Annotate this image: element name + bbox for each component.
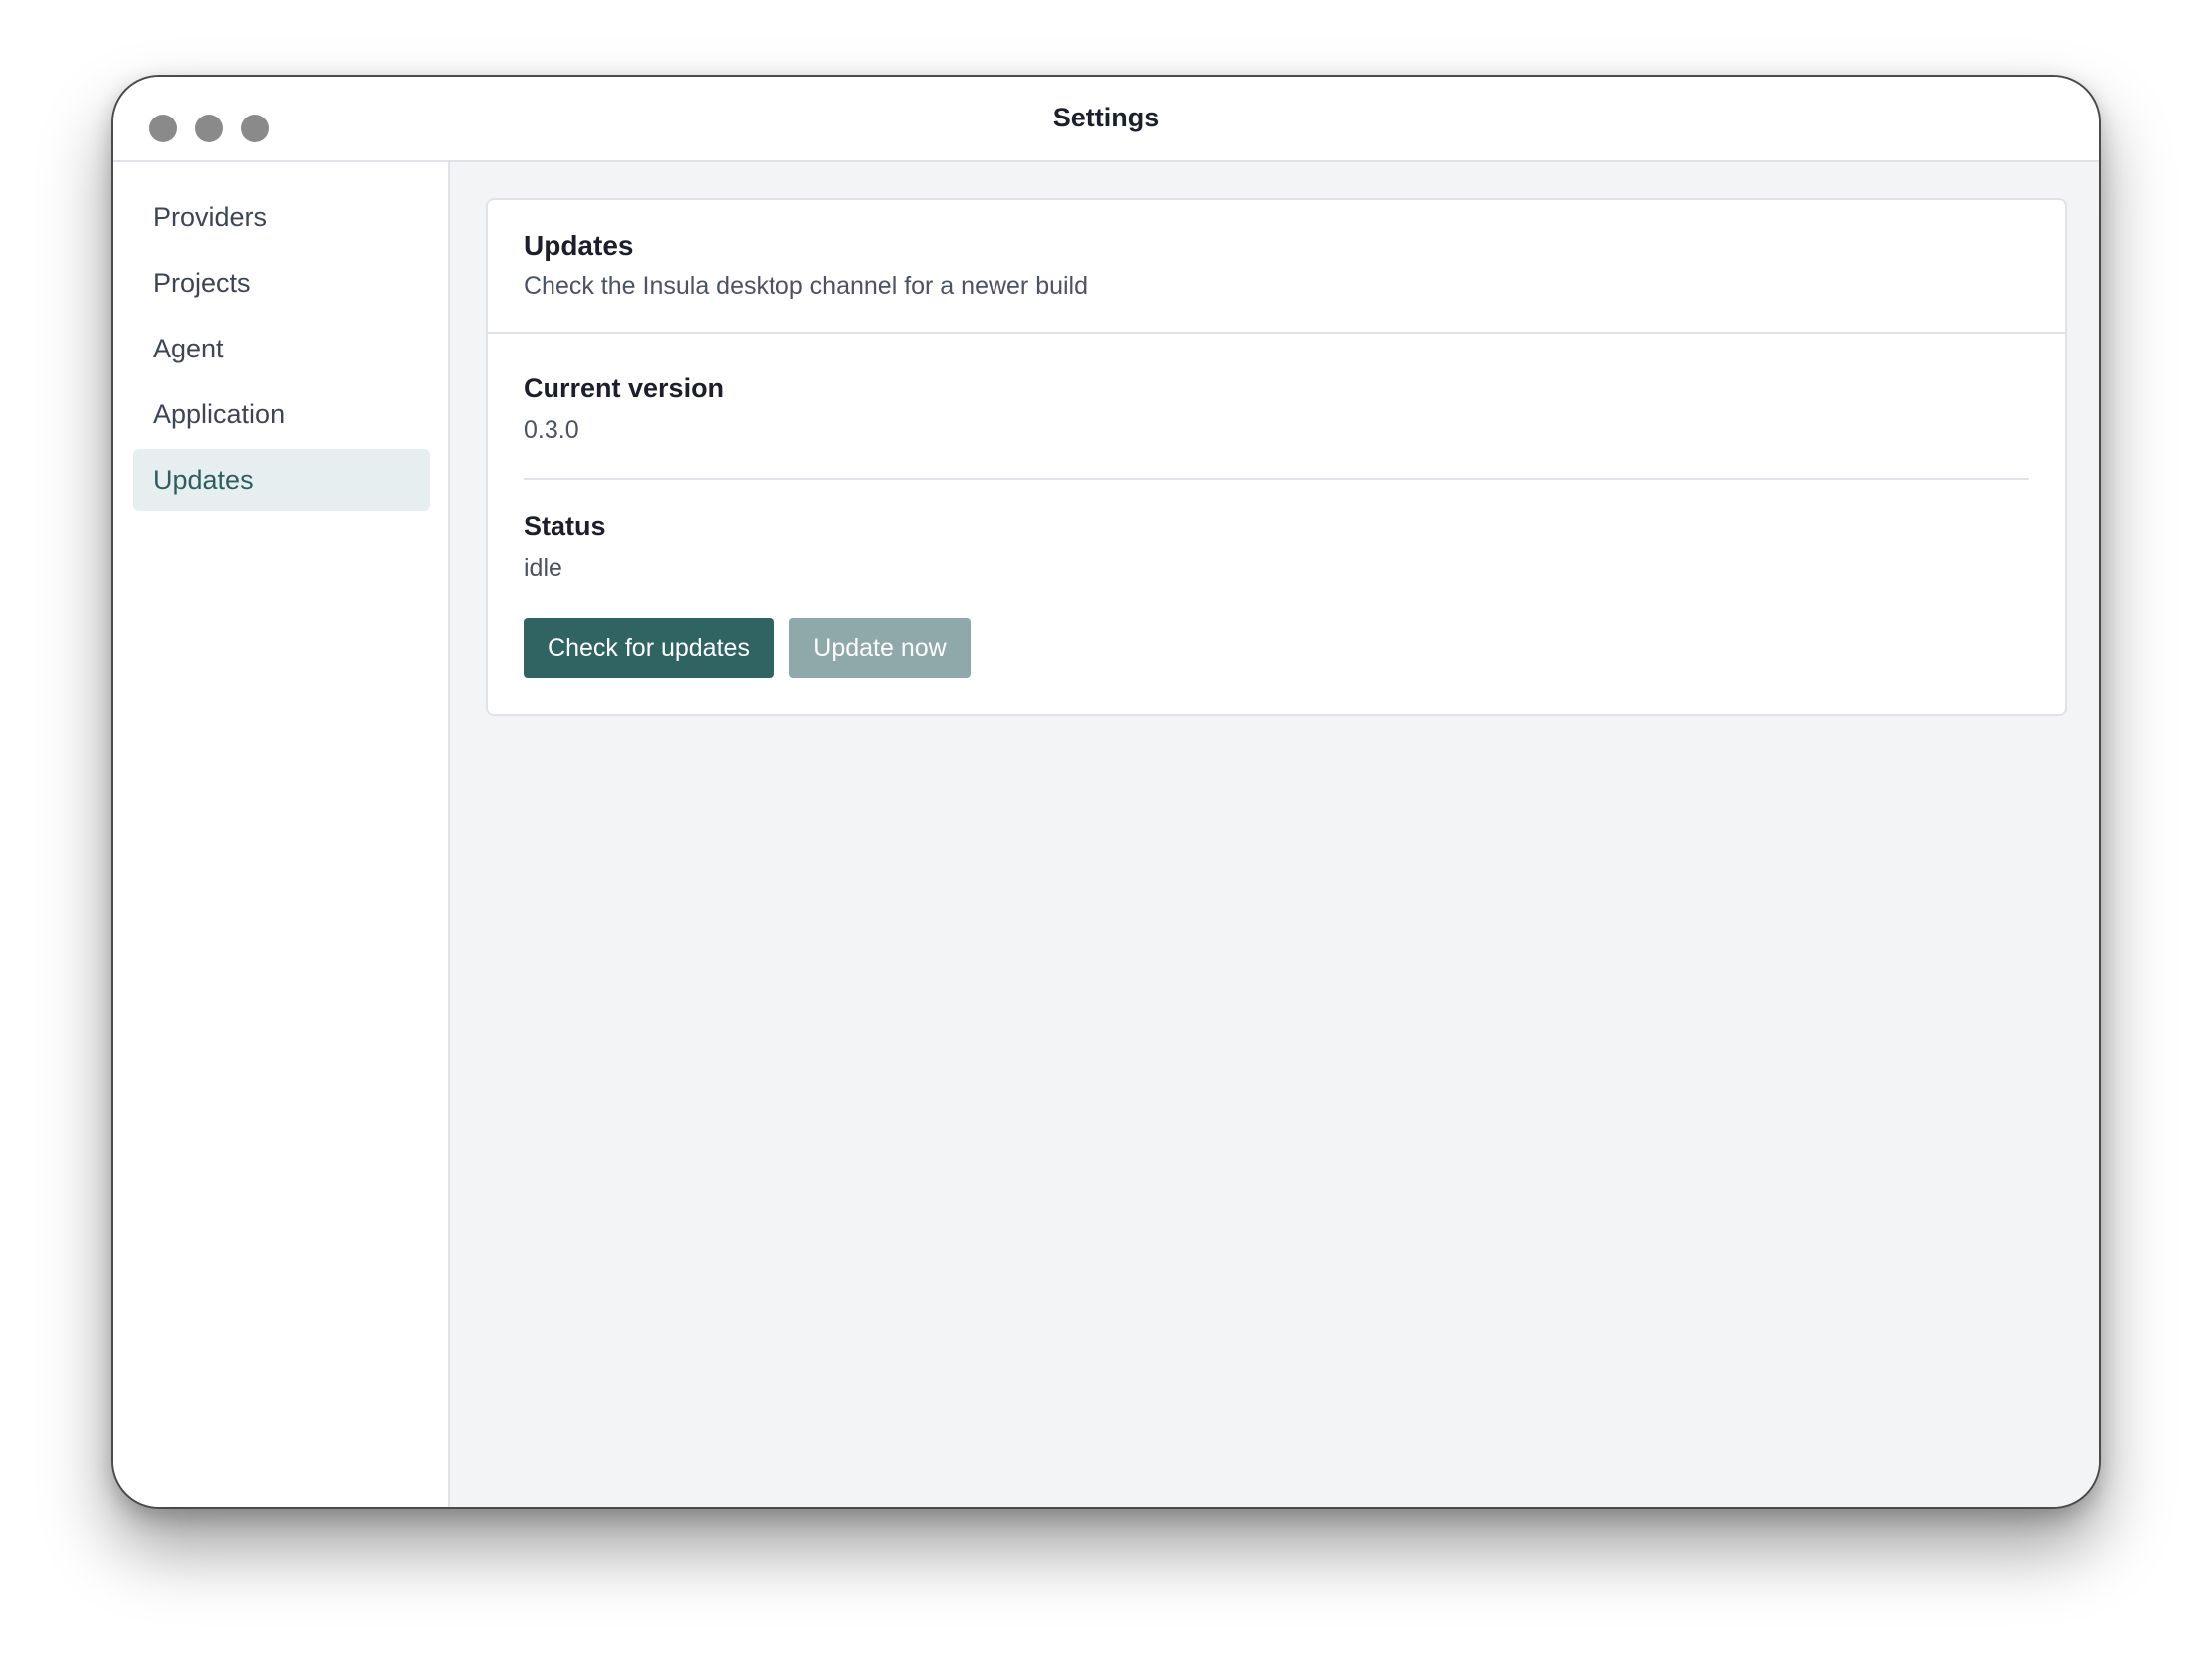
- check-for-updates-button[interactable]: Check for updates: [524, 618, 774, 678]
- section-divider: [524, 478, 2029, 480]
- sidebar-item-providers[interactable]: Providers: [133, 186, 430, 248]
- current-version-label: Current version: [524, 373, 725, 403]
- update-now-button[interactable]: Update now: [789, 618, 971, 678]
- sidebar-item-agent[interactable]: Agent: [133, 318, 430, 379]
- title-bar: Settings: [113, 77, 2099, 162]
- current-version-value: 0.3.0: [524, 416, 579, 444]
- updates-card: Updates Check the Insula desktop channel…: [486, 198, 2067, 716]
- status-label: Status: [524, 511, 606, 541]
- card-subtitle: Check the Insula desktop channel for a n…: [524, 272, 1089, 300]
- sidebar-item-application[interactable]: Application: [133, 383, 430, 445]
- settings-sidebar: Providers Projects Agent Application Upd…: [113, 162, 450, 1507]
- settings-content: Updates Check the Insula desktop channel…: [450, 162, 2099, 1507]
- card-title: Updates: [524, 230, 634, 261]
- sidebar-item-projects[interactable]: Projects: [133, 252, 430, 314]
- status-value: idle: [524, 554, 562, 582]
- settings-window: Settings Providers Projects Agent Applic…: [111, 75, 2101, 1509]
- window-title: Settings: [1052, 103, 1160, 132]
- card-header: Updates Check the Insula desktop channel…: [488, 200, 2065, 334]
- sidebar-item-updates[interactable]: Updates: [133, 449, 430, 511]
